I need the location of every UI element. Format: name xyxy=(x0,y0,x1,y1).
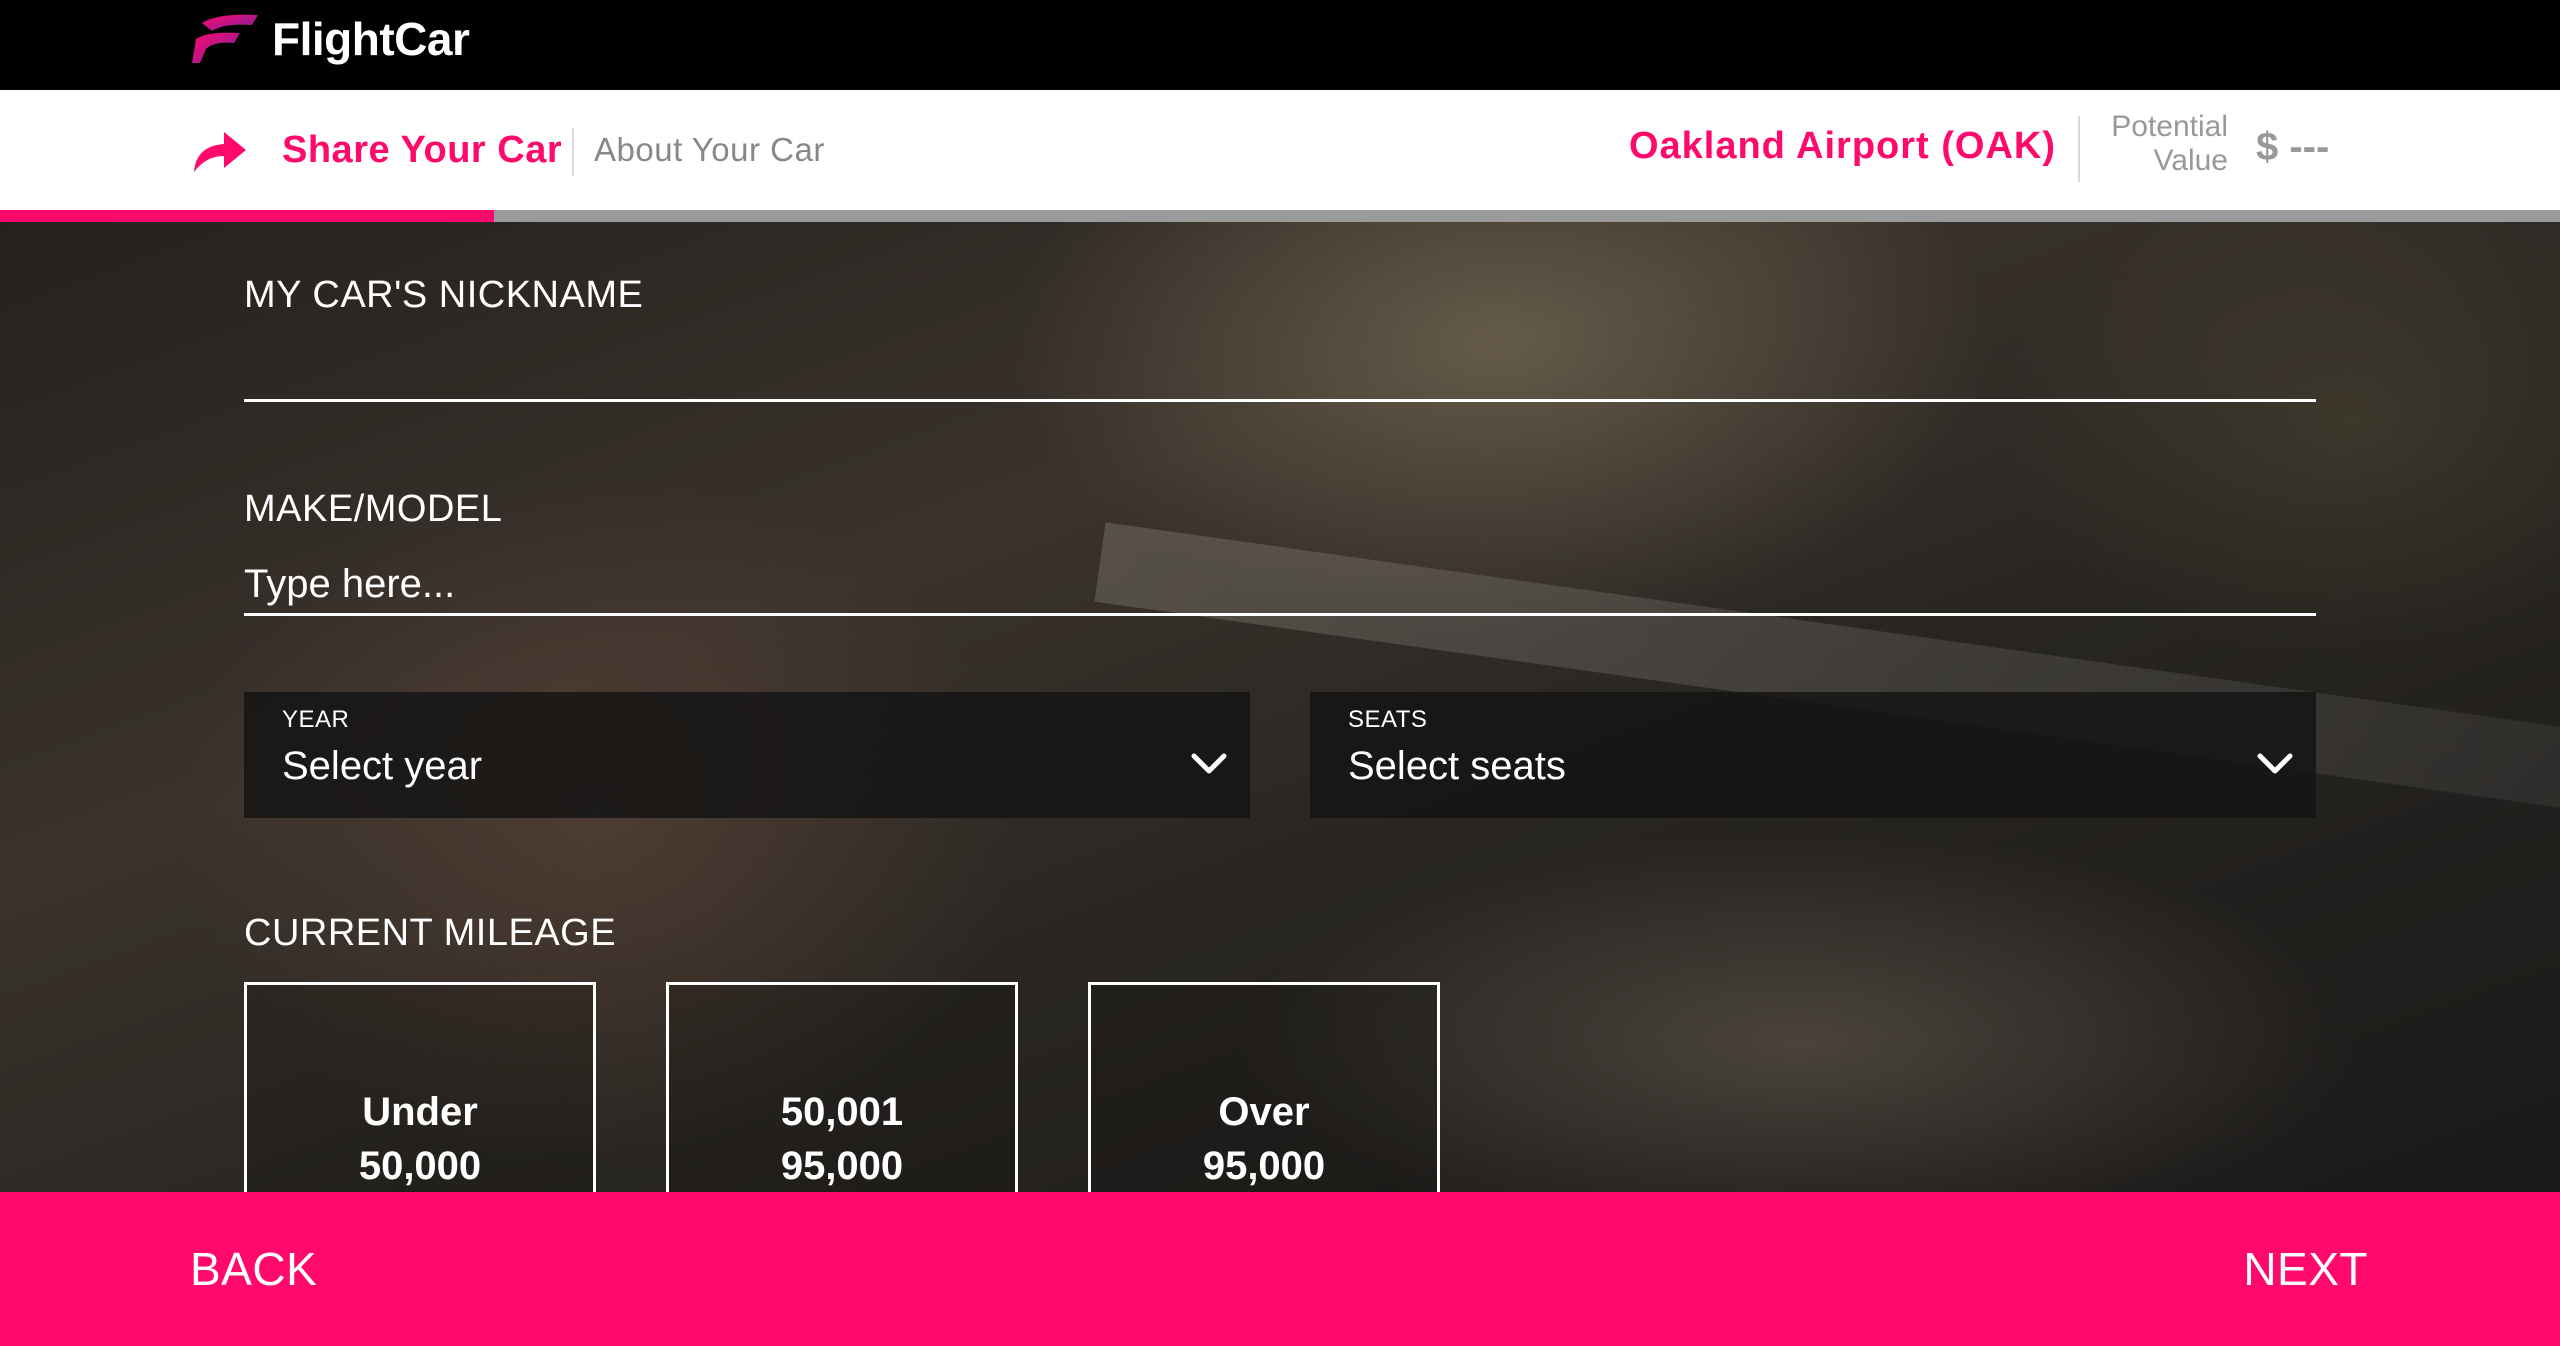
potential-value-label: Potential Value xyxy=(2090,110,2228,178)
make-model-label: MAKE/MODEL xyxy=(244,488,503,530)
airport-name: Oakland Airport (OAK) xyxy=(1628,125,2056,167)
page: FlightCar Share Your Car About Your Car … xyxy=(0,0,2560,1346)
mileage-option-line-1: Over xyxy=(1218,1090,1310,1134)
mileage-option-line-1: Under xyxy=(362,1090,478,1134)
mileage-option-under-50000[interactable]: Under 50,000 xyxy=(244,982,596,1212)
step-divider xyxy=(572,128,574,176)
back-button[interactable]: BACK xyxy=(190,1236,317,1302)
potential-line-1: Potential xyxy=(2111,110,2228,143)
mileage-option-line-2: 95,000 xyxy=(780,1144,904,1188)
mileage-option-line-2: 95,000 xyxy=(1202,1144,1326,1188)
step-header: Share Your Car About Your Car Oakland Ai… xyxy=(0,90,2560,210)
next-step-title: About Your Car xyxy=(594,131,825,168)
make-model-input[interactable] xyxy=(244,556,2316,616)
mileage-option-line-2: 50,000 xyxy=(358,1144,482,1188)
mileage-option-text: Under 50,000 xyxy=(247,1085,593,1193)
mileage-option-over-95000[interactable]: Over 95,000 xyxy=(1088,982,1440,1212)
nickname-label: MY CAR'S NICKNAME xyxy=(244,274,644,316)
mileage-label: CURRENT MILEAGE xyxy=(244,912,617,954)
brand-name: FlightCar xyxy=(272,13,470,65)
potential-line-2: Value xyxy=(2153,144,2228,177)
nickname-input[interactable] xyxy=(244,342,2316,402)
logo[interactable]: FlightCar xyxy=(188,6,470,72)
top-bar: FlightCar xyxy=(0,0,2560,90)
mileage-option-line-1: 50,001 xyxy=(780,1090,904,1134)
year-select[interactable]: YEAR Select year xyxy=(244,692,1250,818)
progress-bar xyxy=(0,210,2560,222)
next-button[interactable]: NEXT xyxy=(2243,1236,2368,1302)
current-step-title: Share Your Car xyxy=(282,129,563,171)
seats-select[interactable]: SEATS Select seats xyxy=(1310,692,2316,818)
mileage-option-text: Over 95,000 xyxy=(1091,1085,1437,1193)
year-select-label: YEAR xyxy=(282,706,350,733)
progress-fill xyxy=(0,210,495,222)
share-arrow-icon xyxy=(194,132,246,172)
chevron-down-icon xyxy=(2257,753,2293,774)
header-divider xyxy=(2078,116,2080,182)
mileage-option-text: 50,001 95,000 xyxy=(669,1085,1015,1193)
potential-value-amount: $ --- xyxy=(2256,125,2330,169)
flightcar-logo-icon xyxy=(192,14,258,63)
chevron-down-icon xyxy=(1191,753,1227,774)
footer-nav: BACK NEXT xyxy=(0,1192,2560,1346)
mileage-option-50001-95000[interactable]: 50,001 95,000 xyxy=(666,982,1018,1212)
year-select-value: Select year xyxy=(282,744,483,788)
seats-select-value: Select seats xyxy=(1348,744,1566,788)
seats-select-label: SEATS xyxy=(1348,706,1428,733)
